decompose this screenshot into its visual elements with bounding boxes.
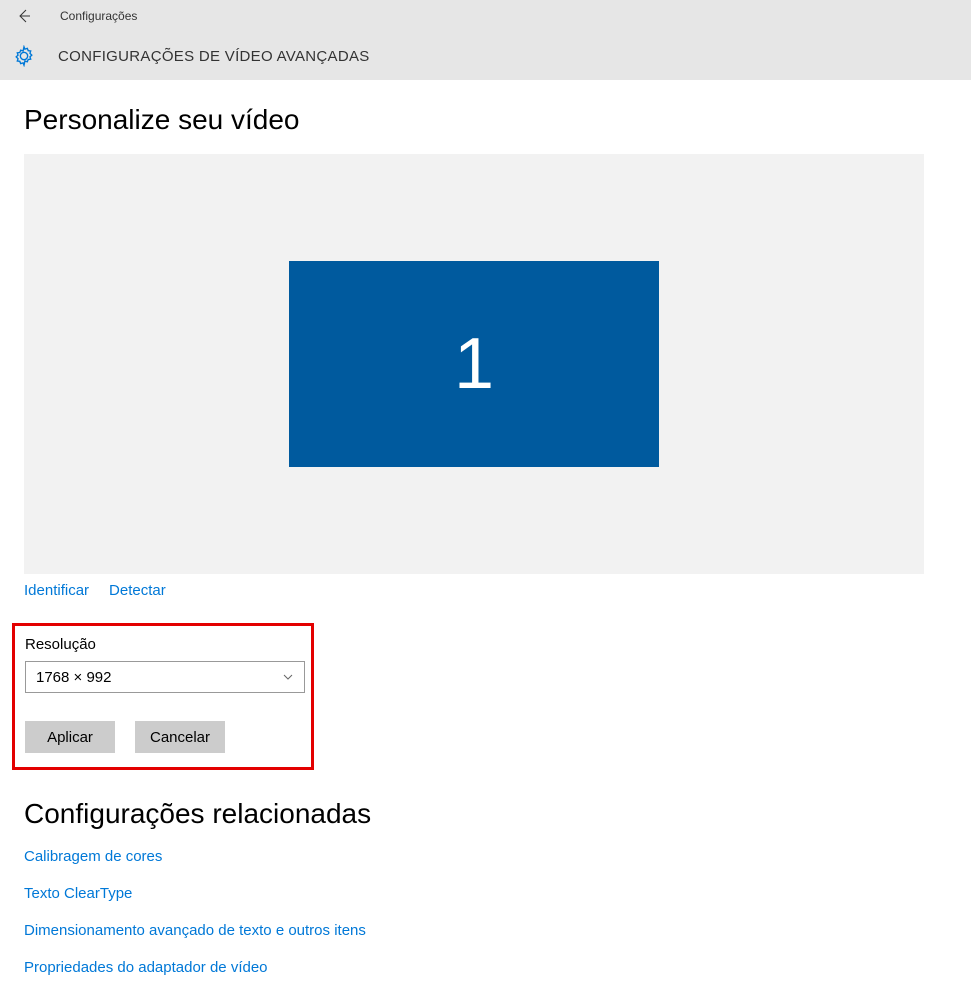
page-title: CONFIGURAÇÕES DE VÍDEO AVANÇADAS <box>58 48 370 65</box>
color-calibration-link[interactable]: Calibragem de cores <box>24 848 947 865</box>
advanced-sizing-link[interactable]: Dimensionamento avançado de texto e outr… <box>24 922 947 939</box>
back-button[interactable] <box>8 0 40 32</box>
resolution-label: Resolução <box>25 636 301 653</box>
identify-link[interactable]: Identificar <box>24 582 89 599</box>
cancel-button[interactable]: Cancelar <box>135 721 225 753</box>
cleartype-link[interactable]: Texto ClearType <box>24 885 947 902</box>
app-name-label: Configurações <box>60 9 137 23</box>
main-content: Personalize seu vídeo 1 Identificar Dete… <box>0 80 971 976</box>
gear-icon <box>10 42 38 70</box>
display-monitor-1[interactable]: 1 <box>289 261 659 467</box>
back-arrow-icon <box>16 8 32 24</box>
header-sub-bar: CONFIGURAÇÕES DE VÍDEO AVANÇADAS <box>0 32 971 80</box>
header-top-bar: Configurações <box>0 0 971 32</box>
display-action-links: Identificar Detectar <box>24 582 947 599</box>
resolution-highlight-box: Resolução 1768 × 992 Aplicar Cancelar <box>12 623 314 770</box>
adapter-properties-link[interactable]: Propriedades do adaptador de vídeo <box>24 959 947 976</box>
resolution-dropdown[interactable]: 1768 × 992 <box>25 661 305 693</box>
resolution-button-row: Aplicar Cancelar <box>25 721 301 753</box>
monitor-number-label: 1 <box>454 323 494 405</box>
related-links-list: Calibragem de cores Texto ClearType Dime… <box>24 848 947 976</box>
chevron-down-icon <box>282 671 294 683</box>
personalize-heading: Personalize seu vídeo <box>24 104 947 136</box>
resolution-value: 1768 × 992 <box>36 669 112 686</box>
apply-button[interactable]: Aplicar <box>25 721 115 753</box>
detect-link[interactable]: Detectar <box>109 582 166 599</box>
display-preview-area: 1 <box>24 154 924 574</box>
related-settings-heading: Configurações relacionadas <box>24 798 947 830</box>
